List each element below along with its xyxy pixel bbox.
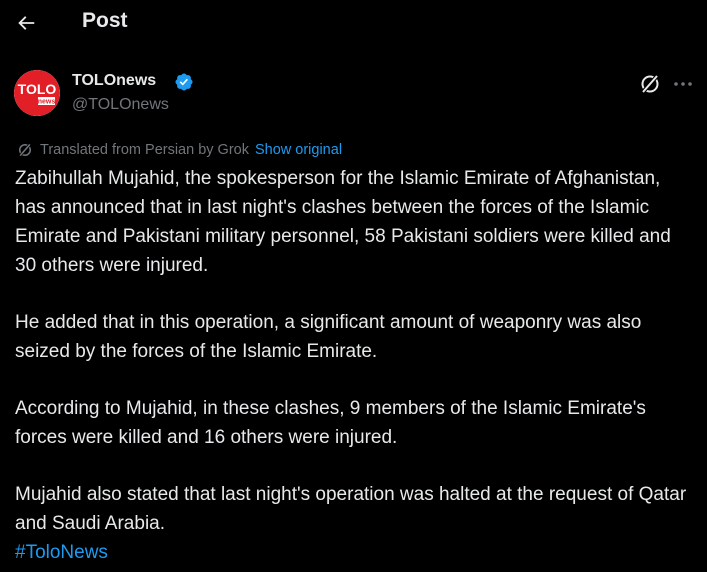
post-header: Post <box>0 0 707 50</box>
post-paragraph: Zabihullah Mujahid, the spokesperson for… <box>15 168 671 276</box>
svg-text:news: news <box>38 99 56 106</box>
post-paragraph: According to Mujahid, in these clashes, … <box>15 398 646 448</box>
translation-label: Translated from Persian by Grok <box>40 142 249 158</box>
page-title: Post <box>82 9 128 32</box>
verified-badge-icon <box>175 73 193 91</box>
more-options-icon[interactable] <box>670 72 696 96</box>
avatar[interactable]: TOLO news <box>14 70 60 116</box>
back-button[interactable] <box>8 5 44 41</box>
grok-translate-icon <box>18 143 32 157</box>
hashtag-link[interactable]: #ToloNews <box>15 538 695 567</box>
post-text: Zabihullah Mujahid, the spokesperson for… <box>15 164 695 567</box>
author-handle[interactable]: @TOLOnews <box>72 96 169 114</box>
translation-notice: Translated from Persian by Grok Show ori… <box>16 140 342 160</box>
grok-icon[interactable] <box>638 72 662 96</box>
author-name[interactable]: TOLOnews <box>72 72 156 90</box>
arrow-left-icon <box>18 16 35 30</box>
tolo-logo-icon: TOLO news <box>14 70 60 116</box>
svg-text:TOLO: TOLO <box>18 81 57 97</box>
post-paragraph: He added that in this operation, a signi… <box>15 312 642 362</box>
show-original-link[interactable]: Show original <box>255 142 342 158</box>
post-author: TOLO news TOLOnews @TOLOnews <box>14 68 694 120</box>
post-paragraph: Mujahid also stated that last night's op… <box>15 484 687 534</box>
